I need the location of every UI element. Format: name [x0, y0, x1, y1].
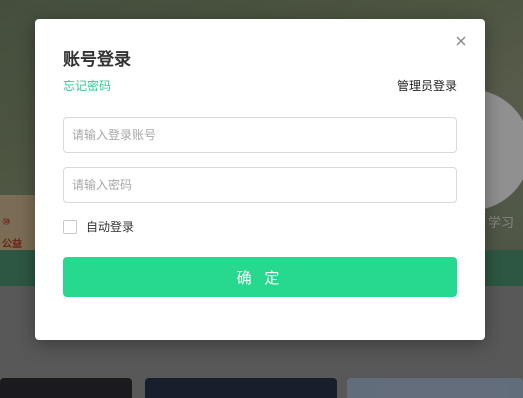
- auto-login-option[interactable]: 自动登录: [63, 218, 134, 235]
- auto-login-checkbox[interactable]: [63, 219, 77, 234]
- forgot-password-link[interactable]: 忘记密码: [63, 77, 111, 94]
- login-dialog: 账号登录 忘记密码 管理员登录 自动登录 确 定: [35, 19, 485, 340]
- account-input[interactable]: [63, 117, 457, 153]
- close-button[interactable]: [451, 31, 471, 51]
- close-icon: [456, 36, 466, 46]
- login-screen: ⑩ 公益 学习 账号登录 忘记密码 管理员登录 自动登录 确 定: [0, 0, 523, 398]
- password-input[interactable]: [63, 167, 457, 203]
- admin-login-link[interactable]: 管理员登录: [397, 77, 457, 94]
- confirm-button[interactable]: 确 定: [63, 257, 457, 297]
- dialog-title: 账号登录: [63, 50, 131, 70]
- auto-login-label: 自动登录: [86, 220, 135, 234]
